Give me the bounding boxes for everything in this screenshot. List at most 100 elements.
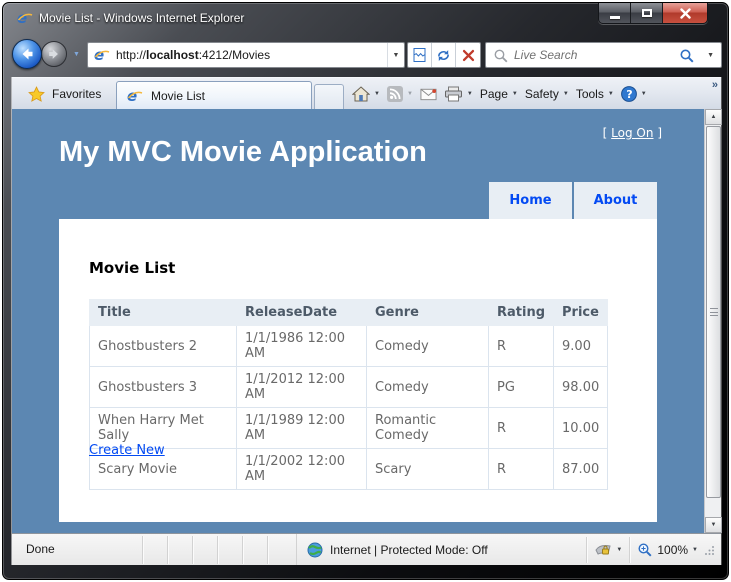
page-viewport: [ Log On ] My MVC Movie Application Home… bbox=[12, 109, 722, 533]
close-button[interactable] bbox=[663, 3, 707, 23]
feeds-caret-icon: ▼ bbox=[406, 91, 413, 97]
table-row: Ghostbusters 3 1/1/2012 12:00 AM Comedy PG 9… bbox=[89, 366, 609, 408]
address-buttons bbox=[407, 42, 481, 68]
status-segment bbox=[167, 536, 168, 564]
favorites-star-icon bbox=[28, 85, 45, 102]
feeds-button[interactable]: ▼ bbox=[386, 86, 413, 102]
column-header-genre: Genre bbox=[366, 299, 489, 326]
status-text: Done bbox=[26, 542, 55, 556]
table-header-row: Title ReleaseDate Genre Rating Price bbox=[89, 299, 609, 326]
table-row: When Harry Met Sally 1/1/1989 12:00 AM Rom… bbox=[89, 407, 609, 449]
scroll-up-icon: ▲ bbox=[710, 114, 717, 120]
protected-mode-icon bbox=[595, 544, 612, 555]
address-bar[interactable]: e http://localhost:4212/Movies ▼ bbox=[87, 42, 405, 68]
address-dropdown-caret-icon[interactable]: ▼ bbox=[387, 43, 404, 67]
internet-explorer-icon: e bbox=[17, 10, 33, 26]
page-menu[interactable]: Page ▼ bbox=[480, 87, 518, 101]
home-button[interactable]: ▼ bbox=[352, 86, 380, 102]
window-title: Movie List - Windows Internet Explorer bbox=[39, 11, 245, 25]
home-icon bbox=[352, 86, 370, 102]
table-row: Scary Movie 1/1/2002 12:00 AM Scary R 87.00 bbox=[89, 448, 609, 490]
browser-window: e Movie List - Windows Internet Explorer… bbox=[2, 2, 729, 580]
scroll-down-button[interactable]: ▼ bbox=[705, 517, 722, 533]
help-menu[interactable]: ? ▼ bbox=[620, 86, 647, 102]
create-new-link[interactable]: Create New bbox=[89, 443, 165, 458]
page-menu-caret-icon: ▼ bbox=[511, 91, 518, 97]
command-icons: ▼ ▼ ▼ Page ▼ Safety ▼ Tools ▼ ? ▼ bbox=[352, 78, 647, 110]
zone-caret-icon: ▼ bbox=[616, 546, 623, 553]
safety-menu-label: Safety bbox=[524, 87, 559, 101]
safety-menu[interactable]: Safety ▼ bbox=[525, 87, 569, 101]
mail-icon bbox=[420, 88, 437, 101]
zoom-magnifier-icon bbox=[638, 542, 652, 557]
resize-grip-icon[interactable] bbox=[705, 545, 715, 555]
read-mail-button[interactable] bbox=[420, 87, 437, 101]
logon-link[interactable]: Log On bbox=[611, 126, 653, 140]
maximize-icon bbox=[641, 9, 652, 17]
print-button[interactable]: ▼ bbox=[444, 86, 473, 102]
tab-title: Movie List bbox=[151, 89, 206, 103]
url-text: http://localhost:4212/Movies bbox=[116, 48, 271, 62]
safety-menu-caret-icon: ▼ bbox=[562, 91, 569, 97]
zoom-control[interactable]: 100% ▼ bbox=[637, 542, 698, 558]
help-icon: ? bbox=[620, 86, 637, 102]
page-menu-label: Page bbox=[479, 87, 508, 101]
menu-item-home[interactable]: Home bbox=[489, 182, 572, 219]
zoom-level: 100% bbox=[657, 542, 689, 557]
navigation-bar: ▼ e http://localhost:4212/Movies ▼ Live … bbox=[3, 33, 728, 77]
security-zone-area: Internet | Protected Mode: Off bbox=[296, 534, 488, 565]
scroll-down-icon: ▼ bbox=[710, 522, 717, 528]
vertical-scrollbar[interactable]: ▲ ▼ bbox=[704, 109, 722, 533]
zone-text: Internet | Protected Mode: Off bbox=[330, 542, 488, 557]
minimize-button[interactable] bbox=[599, 3, 631, 23]
svg-text:e: e bbox=[127, 88, 137, 104]
tools-menu[interactable]: Tools ▼ bbox=[576, 87, 614, 101]
tools-menu-label: Tools bbox=[575, 87, 604, 101]
site-menu: Home About bbox=[489, 182, 657, 219]
status-segment bbox=[217, 536, 218, 564]
compatibility-view-button[interactable] bbox=[408, 43, 432, 67]
favorites-button[interactable]: Favorites bbox=[18, 78, 111, 110]
more-toolbar-chevron-icon[interactable]: » bbox=[712, 79, 718, 91]
home-caret-icon: ▼ bbox=[374, 91, 380, 97]
page-title: My MVC Movie Application bbox=[59, 136, 427, 168]
status-segment bbox=[142, 536, 143, 564]
recent-pages-caret-icon[interactable]: ▼ bbox=[73, 51, 80, 58]
forward-button[interactable] bbox=[41, 41, 67, 67]
stop-button[interactable] bbox=[456, 43, 480, 67]
search-placeholder: Live Search bbox=[514, 48, 578, 62]
status-bar: Done Internet | Protected Mode: Off ▼ 10… bbox=[12, 533, 721, 565]
movie-table: Title ReleaseDate Genre Rating Price Gho… bbox=[89, 299, 609, 490]
mvc-page: [ Log On ] My MVC Movie Application Home… bbox=[12, 109, 704, 533]
status-segment bbox=[267, 536, 268, 564]
search-box[interactable]: Live Search ▼ bbox=[485, 42, 722, 68]
minimize-icon bbox=[609, 15, 620, 19]
tab-movie-list[interactable]: e Movie List bbox=[116, 81, 312, 110]
window-controls bbox=[598, 3, 708, 24]
scrollbar-thumb[interactable] bbox=[706, 126, 721, 498]
url-host: localhost bbox=[146, 48, 199, 62]
svg-text:?: ? bbox=[626, 88, 632, 101]
new-tab-stub[interactable] bbox=[314, 84, 344, 110]
table-row: Ghostbusters 2 1/1/1986 12:00 AM Comedy R 9.… bbox=[89, 325, 609, 367]
title-bar: e Movie List - Windows Internet Explorer bbox=[3, 3, 728, 33]
zoom-caret-icon: ▼ bbox=[692, 546, 698, 553]
menu-item-about[interactable]: About bbox=[574, 182, 657, 219]
column-header-rating: Rating bbox=[487, 299, 555, 326]
refresh-icon bbox=[438, 49, 449, 61]
go-search-icon[interactable] bbox=[679, 48, 695, 64]
search-options-caret-icon[interactable]: ▼ bbox=[707, 52, 714, 59]
tab-favicon-icon: e bbox=[127, 88, 143, 104]
search-icon bbox=[494, 49, 508, 63]
back-button[interactable] bbox=[12, 39, 42, 69]
logon-area: [ Log On ] bbox=[602, 126, 662, 140]
maximize-button[interactable] bbox=[631, 3, 663, 23]
scroll-up-button[interactable]: ▲ bbox=[705, 109, 722, 125]
status-segment bbox=[192, 536, 193, 564]
stop-icon bbox=[462, 49, 474, 61]
scrollbar-grip-icon bbox=[710, 308, 718, 316]
refresh-button[interactable] bbox=[432, 43, 456, 67]
change-zoom-zone-button[interactable]: ▼ bbox=[594, 542, 622, 558]
svg-text:e: e bbox=[17, 10, 27, 26]
favorites-label: Favorites bbox=[52, 87, 102, 101]
